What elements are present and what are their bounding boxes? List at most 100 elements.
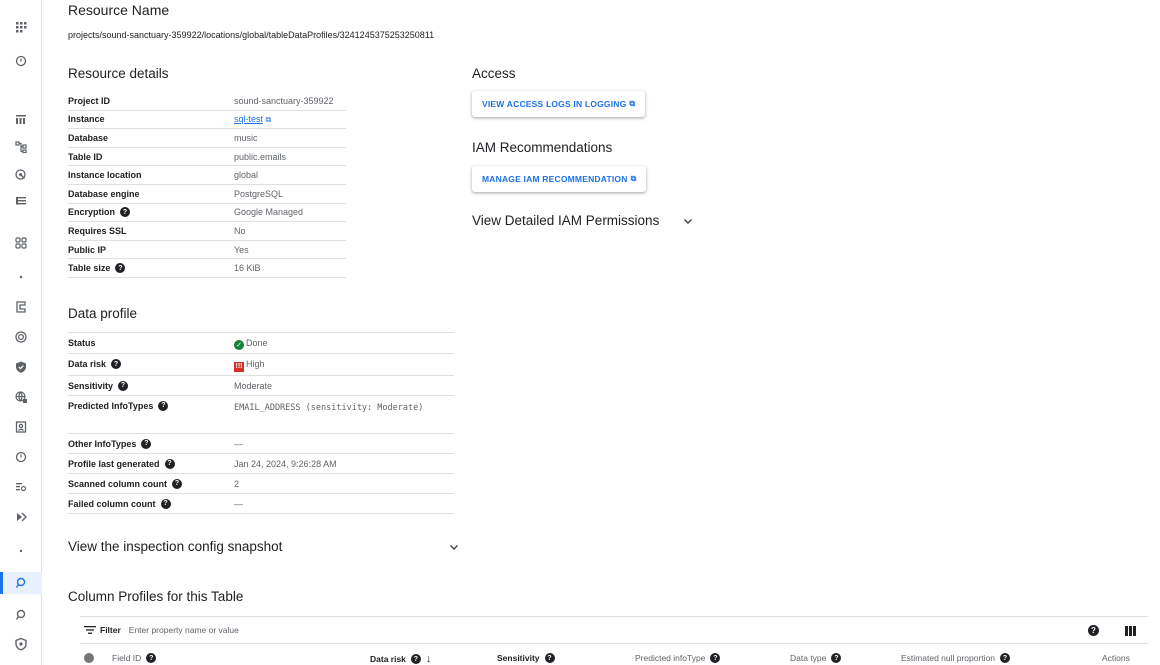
help-icon[interactable]: ?: [158, 400, 169, 411]
view-access-logs-button[interactable]: VIEW ACCESS LOGS IN LOGGING ⧉: [472, 91, 646, 117]
detail-row-instance: Instance sql-test ⧉: [68, 111, 346, 130]
dot-icon: [0, 540, 42, 562]
profile-key-label: Other InfoTypes: [68, 438, 137, 449]
profile-icon[interactable]: [0, 572, 42, 594]
resource-details-title: Resource details: [68, 66, 169, 81]
info-shield-icon[interactable]: [0, 446, 42, 468]
detail-key-label: Table size: [68, 263, 111, 274]
view-iam-permissions-label: View Detailed IAM Permissions: [472, 213, 660, 228]
header-data-type-label: Data type: [790, 653, 827, 663]
profile-key: Profile last generated?: [68, 457, 234, 469]
header-actions-label: Actions: [1102, 653, 1130, 663]
search-list-icon[interactable]: [0, 476, 42, 498]
header-data-type[interactable]: Data type?: [790, 653, 842, 663]
detail-row-encryption: Encryption? Google Managed: [68, 204, 346, 223]
help-icon[interactable]: ?: [1088, 625, 1099, 636]
help-icon[interactable]: ?: [1000, 653, 1011, 663]
column-display-icon[interactable]: [1125, 625, 1136, 636]
shield-check-icon[interactable]: [0, 356, 42, 378]
apps-icon[interactable]: [0, 16, 42, 38]
profile-key-label: Data risk: [68, 359, 107, 369]
detail-row-requires-ssl: Requires SSL No: [68, 222, 346, 241]
manage-iam-label: MANAGE IAM RECOMMENDATION: [482, 174, 628, 184]
detail-row-project-id: Project ID sound-sanctuary-359922: [68, 92, 346, 111]
header-sensitivity-label: Sensitivity: [497, 653, 540, 663]
list-icon[interactable]: [0, 190, 42, 212]
dot-icon: [0, 266, 42, 288]
help-icon[interactable]: ?: [160, 498, 171, 509]
profile-row-predicted-infotypes: Predicted InfoTypes? EMAIL_ADDRESS (sens…: [68, 396, 454, 434]
detail-key: Table ID: [68, 151, 103, 162]
header-null-proportion[interactable]: Estimated null proportion?: [901, 653, 1011, 663]
header-sensitivity[interactable]: Sensitivity?: [497, 653, 555, 663]
external-link-icon: ⧉: [630, 174, 637, 183]
resource-name-title: Resource Name: [68, 2, 170, 18]
header-field-id[interactable]: Field ID?: [112, 653, 157, 663]
profile-row-sensitivity: Sensitivity? Moderate: [68, 376, 454, 396]
help-icon[interactable]: ?: [544, 653, 555, 663]
help-icon[interactable]: ?: [141, 438, 152, 449]
manage-iam-recommendation-button[interactable]: MANAGE IAM RECOMMENDATION ⧉: [472, 166, 647, 192]
help-icon[interactable]: ?: [115, 263, 126, 274]
filter-bar: Filter Enter property name or value ?: [80, 616, 1148, 644]
help-icon[interactable]: ?: [710, 653, 721, 663]
detail-row-table-id: Table ID public.emails: [68, 148, 346, 167]
profile-key: Status: [68, 338, 96, 348]
detail-row-table-size: Table size? 16 KiB: [68, 259, 346, 278]
grid-icon[interactable]: [0, 232, 42, 254]
header-null-label: Estimated null proportion: [901, 653, 996, 663]
profile-value: —: [234, 498, 243, 509]
profile-row-failed-column-count: Failed column count? —: [68, 494, 454, 514]
detail-value: No: [234, 225, 246, 236]
header-predicted-infotype[interactable]: Predicted infoType?: [635, 653, 721, 663]
select-all-checkbox[interactable]: [84, 653, 94, 663]
filter-input[interactable]: Enter property name or value: [129, 625, 239, 635]
detail-key-label: Encryption: [68, 207, 116, 218]
radar-icon[interactable]: [0, 164, 42, 186]
help-icon[interactable]: ?: [831, 653, 842, 663]
tag-icon[interactable]: [0, 296, 42, 318]
detail-key: Database: [68, 132, 109, 143]
hierarchy-icon[interactable]: [0, 136, 42, 158]
external-link-icon: ⧉: [629, 99, 636, 108]
profile-row-data-risk: Data risk? !!! High: [68, 354, 454, 376]
header-data-risk[interactable]: Data risk? ↓: [370, 653, 431, 665]
globe-icon[interactable]: [0, 386, 42, 408]
profile-key-label: Scanned column count: [68, 478, 168, 489]
detail-value: 16 KiB: [234, 263, 261, 274]
filter-icon[interactable]: [84, 625, 96, 635]
detail-value: PostgreSQL: [234, 188, 284, 199]
help-icon[interactable]: ?: [111, 359, 122, 369]
sensitivity-icon[interactable]: [0, 506, 42, 528]
view-iam-permissions-expander[interactable]: View Detailed IAM Permissions: [472, 213, 694, 228]
help-icon[interactable]: ?: [120, 207, 131, 218]
detail-key: Encryption?: [68, 207, 234, 218]
help-icon[interactable]: ?: [146, 653, 157, 663]
sort-down-icon: ↓: [425, 653, 432, 665]
inspection-config-expander[interactable]: View the inspection config snapshot: [68, 539, 460, 554]
shield-icon[interactable]: [0, 50, 42, 72]
profile-value: !!! High: [234, 357, 265, 372]
profile-key: Predicted InfoTypes?: [68, 399, 234, 411]
profile-value: EMAIL_ADDRESS (sensitivity: Moderate): [234, 402, 424, 413]
help-icon[interactable]: ?: [410, 654, 421, 664]
target-icon[interactable]: [0, 326, 42, 348]
profile-key: Failed column count?: [68, 497, 234, 509]
help-icon[interactable]: ?: [172, 478, 183, 489]
help-icon[interactable]: ?: [164, 458, 175, 469]
detail-key: Database engine: [68, 188, 140, 199]
detail-row-database: Database music: [68, 129, 346, 148]
header-field-id-label: Field ID: [112, 653, 142, 663]
badge-icon[interactable]: [0, 416, 42, 438]
profile-search-icon[interactable]: [0, 604, 42, 626]
select-dot-icon: [84, 653, 94, 663]
security-shield-icon[interactable]: [0, 633, 42, 655]
column-profiles-table: Filter Enter property name or value ? Fi…: [80, 616, 1148, 665]
profile-row-last-generated: Profile last generated? Jan 24, 2024, 9:…: [68, 454, 454, 474]
instance-link[interactable]: sql-test: [234, 114, 263, 124]
dashboard-icon[interactable]: [0, 108, 42, 130]
help-icon[interactable]: ?: [118, 380, 129, 391]
profile-key: Other InfoTypes?: [68, 437, 234, 449]
profile-value: Jan 24, 2024, 9:26:28 AM: [234, 458, 337, 469]
header-data-risk-label: Data risk: [370, 654, 406, 664]
